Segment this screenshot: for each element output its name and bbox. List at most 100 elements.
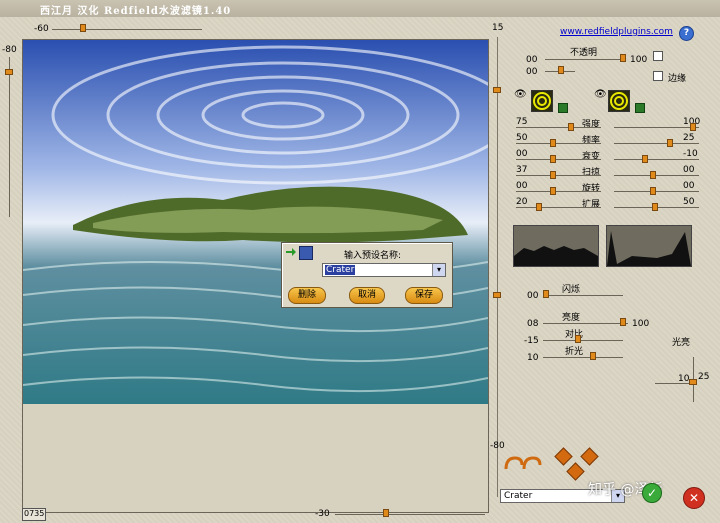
param-sweep-slider-left[interactable]	[516, 175, 601, 176]
status-box: 0735	[22, 508, 46, 521]
flicker-label: 闪烁	[562, 285, 581, 295]
param-decay-slider-left[interactable]	[516, 159, 601, 160]
refraction-slider[interactable]	[543, 357, 623, 358]
param-sweep-right: 00	[683, 165, 695, 175]
delete-button[interactable]: 删除	[288, 287, 326, 304]
ok-check-icon[interactable]: ✓	[642, 483, 662, 503]
site-link[interactable]: www.redfieldplugins.com	[560, 27, 673, 37]
arrow-right-icon	[286, 248, 296, 256]
left-slider-track[interactable]	[9, 57, 10, 217]
param-expand-thumb-right[interactable]	[652, 203, 658, 211]
preview-image[interactable]	[22, 39, 489, 406]
right-slider-track[interactable]	[497, 37, 498, 497]
param-decay-thumb-left[interactable]	[550, 155, 556, 163]
param-sweep-thumb-left[interactable]	[550, 171, 556, 179]
eye-icon-left[interactable]: 👁	[514, 89, 527, 100]
bottom-slider-value: -30	[315, 509, 330, 519]
opacity-checkbox[interactable]	[653, 51, 663, 61]
bottom-slider-thumb[interactable]	[383, 509, 389, 517]
cancel-button[interactable]: 取消	[349, 287, 385, 304]
param-rotate-thumb-right[interactable]	[650, 187, 656, 195]
param-decay-left: 00	[516, 149, 528, 159]
edge-checkbox[interactable]	[653, 71, 663, 81]
brightness-thumb[interactable]	[620, 318, 626, 326]
wave-pattern-left-button[interactable]	[531, 90, 553, 112]
param-expand-right: 50	[683, 197, 695, 207]
param-expand-thumb-left[interactable]	[536, 203, 542, 211]
glow-thumb[interactable]	[689, 379, 697, 385]
refraction-thumb[interactable]	[590, 352, 596, 360]
app-title: 西江月 汉化 Redfield水波滤镜1.40	[40, 6, 232, 17]
contrast-thumb[interactable]	[575, 335, 581, 343]
status-box-text: 0735	[24, 509, 45, 518]
flicker-thumb[interactable]	[543, 290, 549, 298]
preset-name-input-value: Crater	[325, 265, 356, 275]
top-slider-thumb[interactable]	[80, 24, 86, 32]
param-rotate-thumb-left[interactable]	[550, 187, 556, 195]
param-decay-slider-right[interactable]	[614, 159, 699, 160]
save-button[interactable]: 保存	[405, 287, 443, 304]
flicker-value: 00	[527, 291, 539, 301]
brightness-label: 亮度	[562, 313, 581, 323]
param-intensity-slider-left[interactable]	[516, 127, 601, 128]
nav-diamond-down-icon[interactable]	[566, 462, 585, 481]
nav-diamond-up-left-icon[interactable]	[554, 447, 573, 466]
undo-redo-arrows-icon[interactable]	[503, 455, 543, 471]
preset-name-dialog: 输入预设名称: Crater ▾ 删除 取消 保存	[281, 242, 453, 308]
param-decay-right: -10	[683, 149, 698, 159]
param-expand-left: 20	[516, 197, 528, 207]
param-frequency-left: 50	[516, 133, 528, 143]
left-slider-thumb[interactable]	[5, 69, 13, 75]
chevron-down-icon[interactable]: ▾	[432, 264, 445, 276]
title-bar: 西江月 汉化 Redfield水波滤镜1.40	[0, 0, 720, 18]
param-decay-thumb-right[interactable]	[642, 155, 648, 163]
opacity-value: 00	[526, 55, 538, 65]
preset-name-input[interactable]: Crater ▾	[322, 263, 446, 277]
param-intensity-thumb-right[interactable]	[690, 123, 696, 131]
param-frequency-label: 频率	[582, 136, 601, 146]
save-disk-icon	[299, 246, 313, 260]
waveform-right	[606, 225, 692, 267]
param-expand-label: 扩展	[582, 200, 601, 210]
opacity-label: 不透明	[570, 48, 598, 58]
bottom-slider-track[interactable]	[335, 514, 485, 515]
eye-icon-right[interactable]: 👁	[594, 89, 607, 100]
wave-pattern-right-button[interactable]	[608, 90, 630, 112]
param-sweep-slider-right[interactable]	[614, 175, 699, 176]
param-sweep-left: 37	[516, 165, 528, 175]
param-frequency-thumb-left[interactable]	[550, 139, 556, 147]
flicker-slider[interactable]	[543, 295, 623, 296]
param-frequency-thumb-right[interactable]	[667, 139, 673, 147]
param-frequency-slider-left[interactable]	[516, 143, 601, 144]
param-rotate-slider-left[interactable]	[516, 191, 601, 192]
right-slider-top-value: 15	[492, 23, 504, 33]
contrast-slider[interactable]	[543, 340, 623, 341]
glow-value-2: 25	[698, 372, 710, 382]
param-sweep-thumb-right[interactable]	[650, 171, 656, 179]
opacity-max: 100	[630, 55, 648, 65]
param-expand-slider-left[interactable]	[516, 207, 601, 208]
right-slider-thumb-1[interactable]	[493, 87, 501, 93]
param-grid: 75 强度 100 50 频率 25 00 衰变 -10 37 扫掠 00 00…	[512, 117, 712, 217]
refraction-label: 折光	[565, 347, 584, 357]
param-sweep-label: 扫掠	[582, 168, 601, 178]
help-icon[interactable]: ?	[679, 26, 694, 41]
pattern-right-small-button[interactable]	[635, 103, 645, 113]
right-slider-bottom-value: -80	[490, 441, 505, 451]
param-intensity-thumb-left[interactable]	[568, 123, 574, 131]
pattern-left-small-button[interactable]	[558, 103, 568, 113]
opacity-slider[interactable]	[545, 59, 625, 60]
param-intensity-slider-right[interactable]	[614, 127, 699, 128]
param-frequency-slider-right[interactable]	[614, 143, 699, 144]
top-slider-track[interactable]	[52, 29, 202, 30]
opacity-thumb[interactable]	[620, 54, 626, 62]
nav-diamond-up-right-icon[interactable]	[580, 447, 599, 466]
brightness-slider[interactable]	[543, 323, 628, 324]
dialog-title: 输入预设名称:	[344, 251, 402, 261]
param-rotate-label: 旋转	[582, 184, 601, 194]
opacity-thumb-2[interactable]	[558, 66, 564, 74]
cancel-x-icon[interactable]: ✕	[683, 487, 705, 509]
right-slider-thumb-2[interactable]	[493, 292, 501, 298]
param-rotate-slider-right[interactable]	[614, 191, 699, 192]
param-intensity-left: 75	[516, 117, 528, 127]
